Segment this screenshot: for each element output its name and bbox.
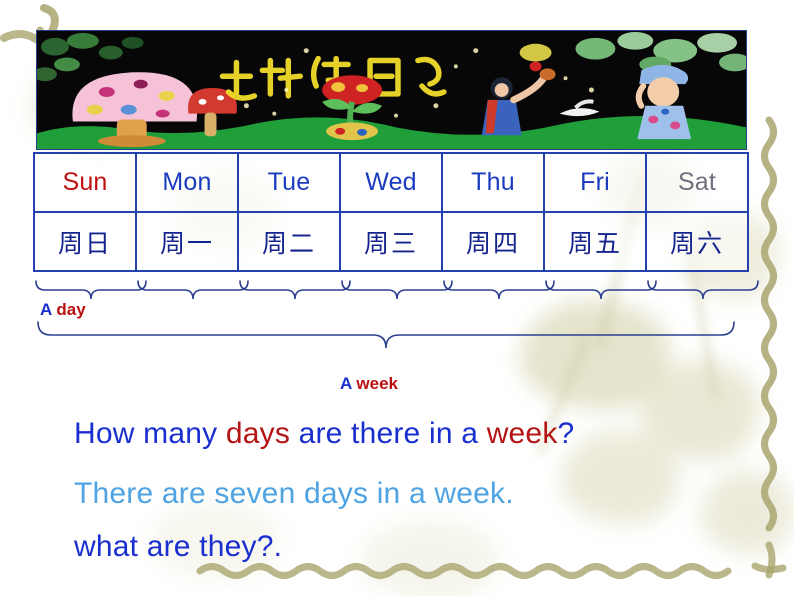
day-label-wed: Wed — [365, 168, 417, 196]
sentence-2-part-1: There are seven days in a week. — [74, 477, 514, 510]
cell-sat-cn[interactable]: 周六 — [645, 211, 749, 272]
sentence-1-part-2: days — [225, 417, 291, 450]
sentence-1-part-4: week — [486, 417, 558, 450]
days-of-week-table: Sun Mon Tue Wed Thu Fri Sat 周日 周一 周二 周三 … — [33, 152, 749, 272]
day-label-thu-chinese: 周四 — [465, 228, 520, 258]
day-label-sat: Sat — [677, 168, 717, 196]
label-a-day-noun: day — [56, 300, 86, 319]
cell-wed-en[interactable]: Wed — [339, 152, 443, 213]
sentence-1-part-3: are there in a — [290, 417, 487, 450]
sentence-3-part-1: what are they?. — [74, 530, 283, 563]
day-label-sun-chinese: 周日 — [57, 228, 112, 258]
slide-canvas: Sun Mon Tue Wed Thu Fri Sat 周日 周一 周二 周三 … — [0, 0, 794, 596]
day-label-mon: Mon — [162, 168, 212, 196]
cell-fri-cn[interactable]: 周五 — [543, 211, 647, 272]
day-label-fri: Fri — [580, 168, 610, 196]
cell-thu-cn[interactable]: 周四 — [441, 211, 545, 272]
table-row-chinese: 周日 周一 周二 周三 周四 周五 周六 — [33, 211, 749, 272]
cell-mon-cn[interactable]: 周一 — [135, 211, 239, 272]
day-label-wed-chinese: 周三 — [363, 228, 418, 258]
cell-sun-en[interactable]: Sun — [33, 152, 137, 213]
brace-day-6 — [545, 280, 657, 300]
day-label-sun: Sun — [62, 168, 108, 196]
brace-day-7 — [647, 280, 759, 300]
day-label-tue-chinese: 周二 — [261, 228, 316, 258]
cell-thu-en[interactable]: Thu — [441, 152, 545, 213]
cell-mon-en[interactable]: Mon — [135, 152, 239, 213]
brace-day-2 — [137, 280, 249, 300]
day-label-sat-chinese: 周六 — [669, 228, 724, 258]
cell-sat-en[interactable]: Sat — [645, 152, 749, 213]
blackboard-chalk-drawing-image — [36, 30, 747, 150]
label-a-week: A week — [340, 374, 398, 394]
brace-day-5 — [443, 280, 555, 300]
label-a-day: A day — [40, 300, 86, 320]
cell-fri-en[interactable]: Fri — [543, 152, 647, 213]
sentence-answer-1: There are seven days in a week. — [74, 477, 514, 511]
sentence-1-part-5: ? — [557, 417, 575, 450]
cell-sun-cn[interactable]: 周日 — [33, 211, 137, 272]
label-a-day-article: A — [40, 300, 52, 319]
label-a-week-noun: week — [356, 374, 398, 393]
sentence-question-2: what are they?. — [74, 530, 282, 564]
brace-day-3 — [239, 280, 351, 300]
label-a-week-article: A — [340, 374, 352, 393]
sentence-1-part-1: How many — [74, 417, 226, 450]
cell-wed-cn[interactable]: 周三 — [339, 211, 443, 272]
sentence-question-1: How many days are there in a week? — [74, 417, 574, 451]
brace-day-4 — [341, 280, 453, 300]
brace-day-1 — [35, 280, 147, 300]
cell-tue-cn[interactable]: 周二 — [237, 211, 341, 272]
brace-week — [37, 321, 735, 349]
cell-tue-en[interactable]: Tue — [237, 152, 341, 213]
day-label-mon-chinese: 周一 — [159, 228, 214, 258]
day-label-tue: Tue — [267, 168, 311, 196]
day-label-fri-chinese: 周五 — [567, 228, 622, 258]
blackboard-artwork — [37, 31, 746, 149]
table-row-english: Sun Mon Tue Wed Thu Fri Sat — [33, 152, 749, 213]
day-label-thu: Thu — [471, 168, 515, 196]
